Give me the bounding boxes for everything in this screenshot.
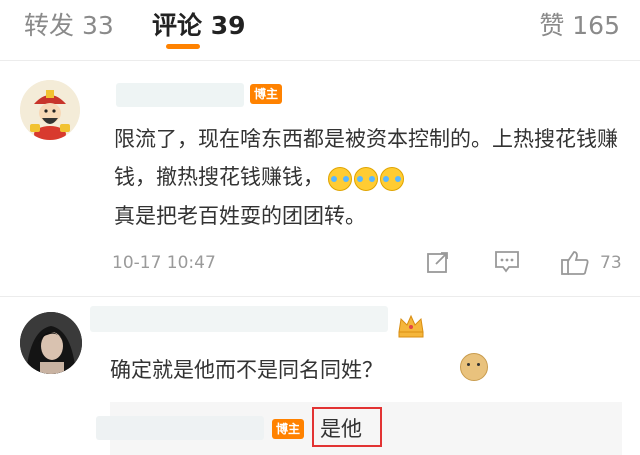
divider — [0, 296, 640, 297]
author-badge: 博主 — [272, 419, 305, 439]
thumbs-up-icon — [561, 251, 589, 275]
avatar[interactable] — [20, 312, 82, 374]
reply-button[interactable] — [494, 250, 520, 278]
share-button[interactable] — [426, 250, 450, 278]
tab-repost[interactable]: 转发 33 — [24, 6, 114, 42]
tab-bar: 转发 33 评论 39 赞 165 — [0, 0, 640, 49]
comment-text: 确定就是他而不是同名同姓？ — [110, 358, 383, 382]
username-redacted — [96, 416, 264, 440]
emoji-group — [328, 159, 406, 197]
doge-icon — [460, 353, 488, 381]
username-redacted — [116, 83, 244, 107]
reply-text: 是他 — [320, 417, 362, 441]
cry-laugh-icon — [328, 167, 352, 191]
comment-timestamp: 10-17 10:47 — [112, 253, 216, 273]
avatar[interactable] — [20, 80, 80, 140]
cry-laugh-icon — [354, 167, 378, 191]
share-icon — [427, 252, 448, 273]
cry-laugh-icon — [380, 167, 404, 191]
tab-like[interactable]: 赞 165 — [539, 6, 620, 42]
tab-comment[interactable]: 评论 39 — [152, 6, 246, 42]
active-tab-indicator — [166, 44, 200, 49]
comment-text-end: 真是把老百姓耍的团团转。 — [114, 204, 366, 228]
crown-badge-icon — [396, 312, 426, 344]
divider — [0, 60, 640, 61]
author-badge: 博主 — [250, 84, 283, 104]
like-count: 73 — [600, 253, 622, 273]
like-button[interactable] — [560, 250, 590, 280]
comment-icon — [495, 251, 519, 273]
comment-text: 限流了，现在啥东西都是被资本控制的。上热搜花钱赚钱，撤热搜花钱赚钱， 真是把老百… — [114, 120, 624, 235]
username-redacted — [90, 306, 388, 332]
